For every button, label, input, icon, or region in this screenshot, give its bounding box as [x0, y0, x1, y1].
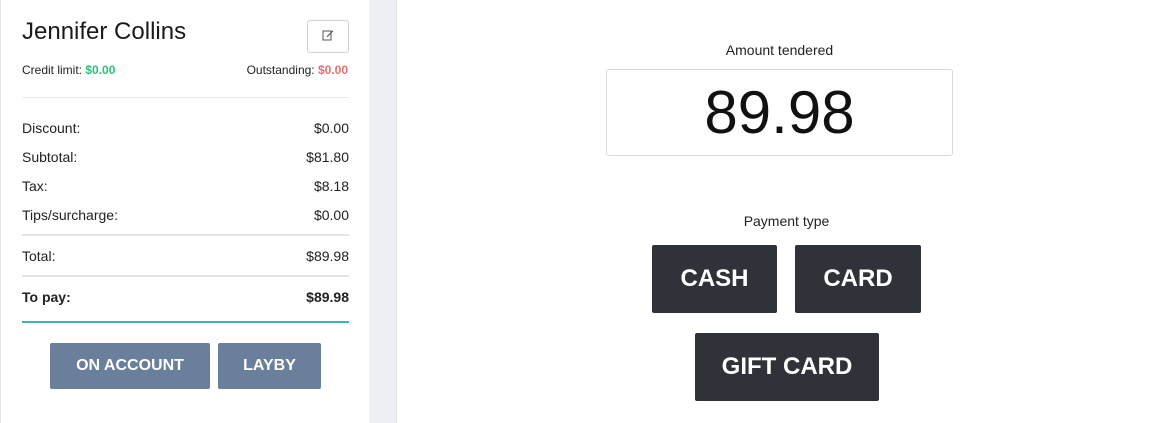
- on-account-button[interactable]: ON ACCOUNT: [50, 343, 210, 389]
- tips-value: $0.00: [313, 207, 349, 223]
- amount-tendered-input[interactable]: 89.98: [606, 69, 953, 156]
- discount-row: Discount: $0.00: [22, 120, 349, 136]
- outstanding-value: $0.00: [317, 63, 348, 77]
- divider: [22, 97, 349, 98]
- tax-row: Tax: $8.18: [22, 178, 349, 194]
- discount-label: Discount:: [22, 120, 81, 136]
- payment-type-label: Payment type: [743, 213, 830, 229]
- customer-name: Jennifer Collins: [22, 18, 187, 45]
- credit-limit-value: $0.00: [85, 63, 116, 77]
- layby-button[interactable]: LAYBY: [218, 343, 321, 389]
- tips-row: Tips/surcharge: $0.00: [22, 207, 349, 223]
- gift-card-button[interactable]: GIFT CARD: [695, 333, 879, 401]
- credit-limit: Credit limit: $0.00: [22, 63, 115, 77]
- tax-value: $8.18: [313, 178, 349, 194]
- to-pay-label: To pay:: [22, 289, 71, 305]
- subtotal-value: $81.80: [306, 149, 349, 165]
- accent-divider: [22, 321, 349, 323]
- divider: [22, 234, 349, 236]
- total-label: Total:: [22, 248, 56, 264]
- edit-customer-button[interactable]: [307, 20, 349, 53]
- to-pay-row: To pay: $89.98: [22, 289, 349, 305]
- amount-tendered-label: Amount tendered: [725, 42, 834, 58]
- total-value: $89.98: [306, 248, 349, 264]
- subtotal-label: Subtotal:: [22, 149, 78, 165]
- tax-label: Tax:: [22, 178, 48, 194]
- credit-limit-label: Credit limit:: [22, 63, 83, 77]
- divider: [22, 275, 349, 277]
- outstanding: Outstanding: $0.00: [247, 63, 348, 77]
- tips-label: Tips/surcharge:: [22, 207, 118, 223]
- to-pay-value: $89.98: [306, 289, 349, 305]
- edit-icon: [322, 28, 334, 46]
- sale-summary-panel: Jennifer Collins Credit limit: $0.00 Out…: [0, 0, 369, 423]
- cash-button[interactable]: CASH: [652, 245, 777, 313]
- subtotal-row: Subtotal: $81.80: [22, 149, 349, 165]
- card-button[interactable]: CARD: [795, 245, 921, 313]
- total-row: Total: $89.98: [22, 248, 349, 264]
- discount-value: $0.00: [313, 120, 349, 136]
- outstanding-label: Outstanding:: [246, 63, 315, 77]
- panel-gutter: [369, 0, 397, 423]
